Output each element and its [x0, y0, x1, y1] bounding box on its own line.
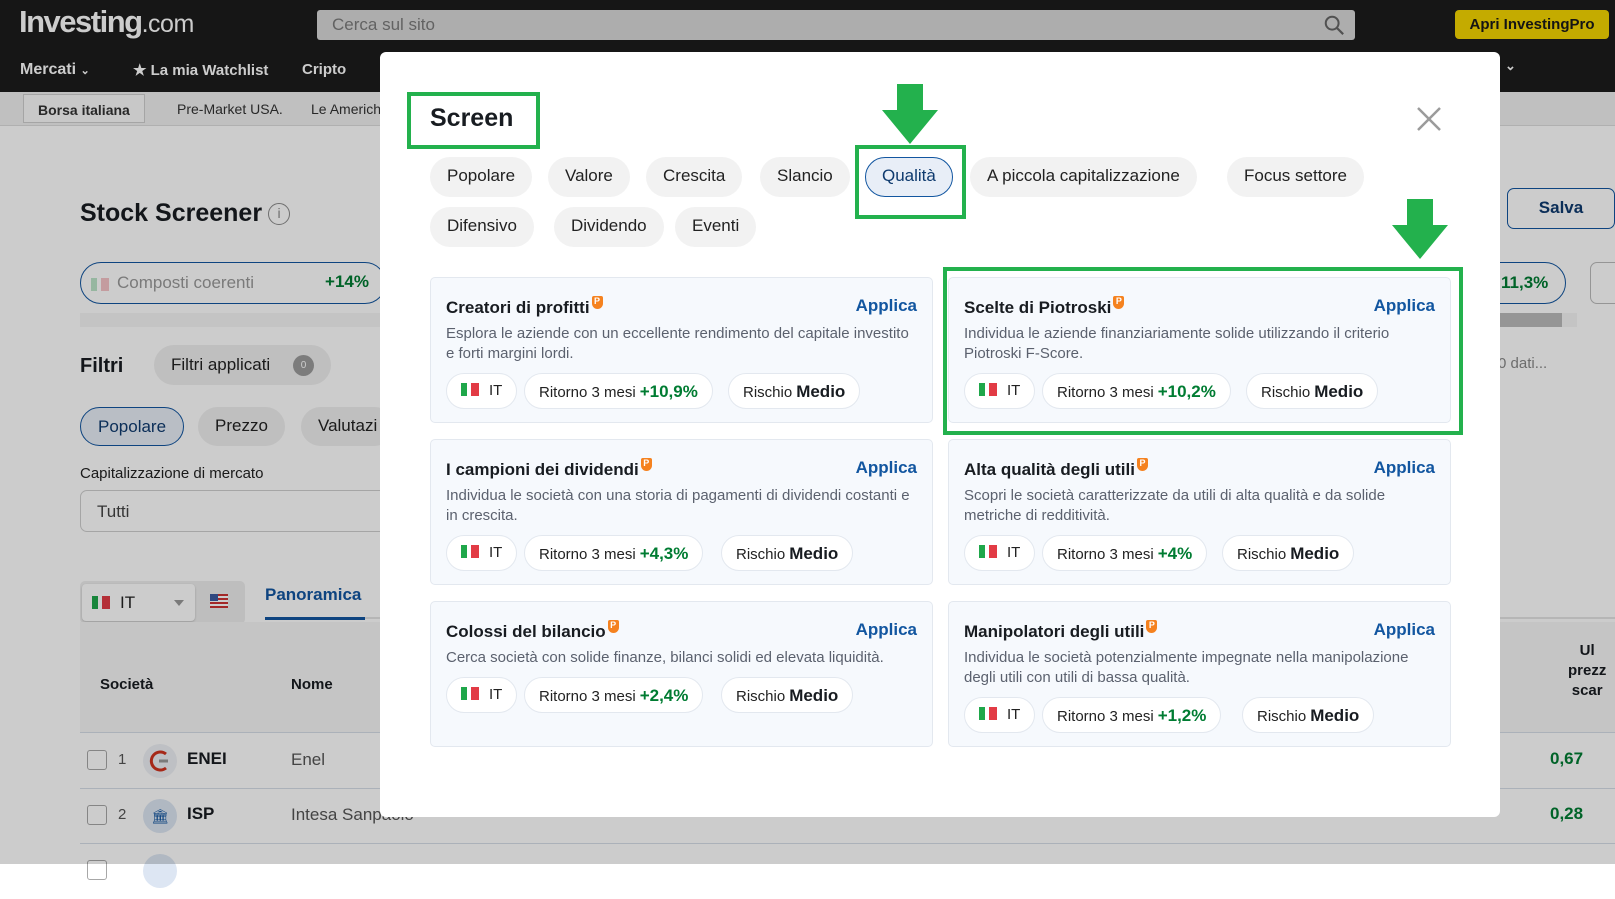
return-pill: Ritorno 3 mesi +4% — [1042, 535, 1208, 571]
apply-button[interactable]: Applica — [856, 458, 917, 478]
country-pill: IT — [964, 697, 1036, 733]
pro-badge-icon: P — [591, 296, 603, 309]
country-pill: IT — [446, 677, 518, 713]
return-label: Ritorno 3 mesi — [539, 546, 636, 563]
card-description: Individua le società potenzialmente impe… — [964, 649, 1409, 686]
card-title-text: Creatori di profitti — [446, 298, 590, 317]
card-title: Colossi del bilancio P — [446, 620, 619, 642]
pro-badge-icon: P — [607, 620, 619, 633]
card-description: Cerca società con solide finanze, bilanc… — [446, 649, 884, 666]
screen-card-campioni-dividendi[interactable]: I campioni dei dividendi P Applica Indivi… — [430, 439, 933, 585]
card-title: Alta qualità degli utili P — [964, 458, 1148, 480]
close-icon[interactable] — [1415, 105, 1443, 133]
category-dividendo[interactable]: Dividendo — [554, 207, 664, 247]
card-description: Esplora le aziende con un eccellente ren… — [446, 325, 909, 362]
country-code: IT — [489, 382, 503, 399]
annotation-highlight-title — [407, 92, 540, 149]
country-pill: IT — [446, 373, 518, 409]
return-label: Ritorno 3 mesi — [1057, 546, 1154, 563]
card-title-text: Colossi del bilancio — [446, 622, 606, 641]
country-code: IT — [1007, 544, 1021, 561]
italy-flag-icon — [461, 383, 479, 396]
category-focus-settore[interactable]: Focus settore — [1227, 157, 1364, 197]
risk-label: Rischio — [1237, 546, 1287, 563]
screen-card-colossi-bilancio[interactable]: Colossi del bilancio P Applica Cerca soci… — [430, 601, 933, 747]
risk-label: Rischio — [743, 384, 793, 401]
italy-flag-icon — [461, 687, 479, 700]
category-eventi[interactable]: Eventi — [675, 207, 757, 247]
card-title: Creatori di profitti P — [446, 296, 603, 318]
annotation-highlight-piotroski — [943, 267, 1463, 435]
pro-badge-icon: P — [1146, 620, 1158, 633]
risk-pill: Rischio Medio — [721, 535, 854, 571]
risk-pill: Rischio Medio — [728, 373, 861, 409]
annotation-arrow-down-icon — [882, 84, 938, 144]
return-value: +2,4% — [639, 686, 689, 705]
country-code: IT — [489, 686, 503, 703]
risk-value: Medio — [1310, 706, 1360, 725]
return-pill: Ritorno 3 mesi +4,3% — [524, 535, 704, 571]
annotation-arrow-down-icon — [1392, 199, 1448, 259]
apply-button[interactable]: Applica — [856, 296, 917, 316]
return-pill: Ritorno 3 mesi +1,2% — [1042, 697, 1222, 733]
return-pill: Ritorno 3 mesi +2,4% — [524, 677, 704, 713]
card-description: Scopri le società caratterizzate da util… — [964, 487, 1386, 524]
country-pill: IT — [446, 535, 518, 571]
category-valore[interactable]: Valore — [548, 157, 630, 197]
risk-value: Medio — [789, 544, 839, 563]
return-value: +4,3% — [639, 544, 689, 563]
category-slancio[interactable]: Slancio — [760, 157, 850, 197]
screen-card-manipolatori-utili[interactable]: Manipolatori degli utili P Applica Indivi… — [948, 601, 1451, 747]
italy-flag-icon — [979, 707, 997, 720]
country-code: IT — [1007, 706, 1021, 723]
return-value: +10,9% — [639, 382, 698, 401]
country-code: IT — [489, 544, 503, 561]
card-title-text: Manipolatori degli utili — [964, 622, 1145, 641]
risk-pill: Rischio Medio — [1222, 535, 1355, 571]
italy-flag-icon — [979, 545, 997, 558]
risk-value: Medio — [796, 382, 846, 401]
return-label: Ritorno 3 mesi — [1057, 708, 1154, 725]
risk-value: Medio — [1290, 544, 1340, 563]
apply-button[interactable]: Applica — [1374, 458, 1435, 478]
return-label: Ritorno 3 mesi — [539, 688, 636, 705]
annotation-highlight-qualita — [855, 145, 966, 219]
risk-label: Rischio — [736, 546, 786, 563]
risk-value: Medio — [789, 686, 839, 705]
category-difensivo[interactable]: Difensivo — [430, 207, 534, 247]
screen-card-alta-qualita-utili[interactable]: Alta qualità degli utili P Applica Scopri… — [948, 439, 1451, 585]
pro-badge-icon: P — [1136, 458, 1148, 471]
apply-button[interactable]: Applica — [856, 620, 917, 640]
category-popolare[interactable]: Popolare — [430, 157, 533, 197]
return-value: +4% — [1157, 544, 1193, 563]
card-title-text: I campioni dei dividendi — [446, 460, 639, 479]
category-crescita[interactable]: Crescita — [646, 157, 743, 197]
risk-label: Rischio — [736, 688, 786, 705]
apply-button[interactable]: Applica — [1374, 620, 1435, 640]
return-label: Ritorno 3 mesi — [539, 384, 636, 401]
category-piccola-capitalizzazione[interactable]: A piccola capitalizzazione — [970, 157, 1197, 197]
country-pill: IT — [964, 535, 1036, 571]
card-description: Individua le società con una storia di p… — [446, 487, 910, 524]
card-title-text: Alta qualità degli utili — [964, 460, 1135, 479]
card-title: Manipolatori degli utili P — [964, 620, 1158, 642]
risk-pill: Rischio Medio — [721, 677, 854, 713]
italy-flag-icon — [461, 545, 479, 558]
card-title: I campioni dei dividendi P — [446, 458, 652, 480]
risk-pill: Rischio Medio — [1242, 697, 1375, 733]
risk-label: Rischio — [1257, 708, 1307, 725]
screen-card-creatori-profitti[interactable]: Creatori di profitti P Applica Esplora le… — [430, 277, 933, 423]
pro-badge-icon: P — [640, 458, 652, 471]
return-pill: Ritorno 3 mesi +10,9% — [524, 373, 713, 409]
return-value: +1,2% — [1157, 706, 1207, 725]
